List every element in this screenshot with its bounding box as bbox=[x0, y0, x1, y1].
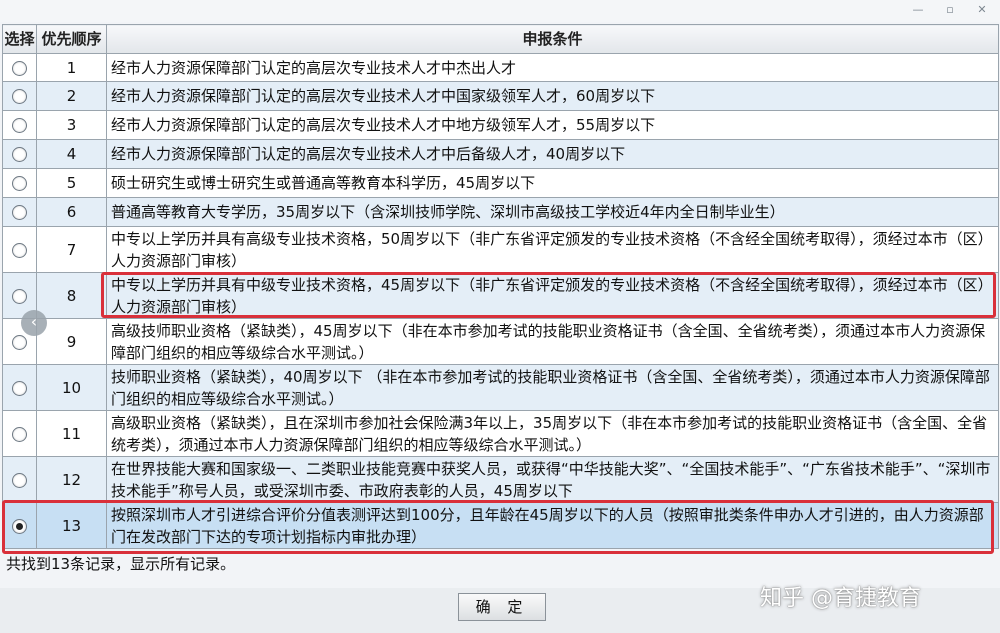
condition-text-cell: 按照深圳市人才引进综合评价分值表测评达到100分，且年龄在45周岁以下的人员（按… bbox=[106, 502, 999, 549]
priority-order: 12 bbox=[36, 456, 107, 503]
record-count-status: 共找到13条记录，显示所有记录。 bbox=[6, 555, 236, 573]
priority-order: 4 bbox=[36, 139, 107, 169]
close-icon[interactable]: ✕ bbox=[974, 3, 990, 16]
priority-order: 6 bbox=[36, 197, 107, 227]
minimize-icon[interactable]: — bbox=[910, 3, 926, 16]
condition-text-cell: 技师职业资格（紧缺类），40周岁以下 （非在本市参加考试的技能职业资格证书（含全… bbox=[106, 364, 999, 411]
chevron-left-icon[interactable]: ‹ bbox=[21, 310, 47, 336]
priority-order: 9 bbox=[36, 318, 107, 365]
table-row[interactable]: 7 中专以上学历并具有高级专业技术资格，50周岁以下（非广东省评定颁发的专业技术资… bbox=[2, 226, 999, 273]
table-row[interactable]: 4 经市人力资源保障部门认定的高层次专业技术人才中后备级人才，40周岁以下 bbox=[2, 139, 999, 169]
condition-text-cell: 经市人力资源保障部门认定的高层次专业技术人才中国家级领军人才，60周岁以下 bbox=[106, 81, 999, 111]
table-row[interactable]: 8 中专以上学历并具有中级专业技术资格，45周岁以下（非广东省评定颁发的专业技术资… bbox=[2, 272, 999, 319]
condition-text: 中专以上学历并具有高级专业技术资格，50周岁以下（非广东省评定颁发的专业技术资格… bbox=[111, 229, 993, 270]
condition-text: 中专以上学历并具有中级专业技术资格，45周岁以下（非广东省评定颁发的专业技术资格… bbox=[111, 275, 993, 316]
priority-order: 13 bbox=[36, 502, 107, 549]
condition-text: 高级职业资格（紧缺类），且在深圳市参加社会保险满3年以上，35周岁以下（非在本市… bbox=[111, 413, 988, 454]
row-select-cell[interactable] bbox=[2, 53, 37, 82]
table-row[interactable]: 6 普通高等教育大专学历，35周岁以下（含深圳技师学院、深圳市高级技工学校近4年内… bbox=[2, 197, 999, 227]
row-select-cell[interactable] bbox=[2, 110, 37, 140]
condition-text: 在世界技能大赛和国家级一、二类职业技能竞赛中获奖人员，或获得“中华技能大奖”、“… bbox=[111, 459, 991, 500]
table-header-row: 选择 优先顺序 申报条件 bbox=[2, 24, 999, 54]
condition-text: 硕士研究生或博士研究生或普通高等教育本科学历，45周岁以下 bbox=[111, 174, 536, 192]
priority-order: 7 bbox=[36, 226, 107, 273]
table-row[interactable]: 2 经市人力资源保障部门认定的高层次专业技术人才中国家级领军人才，60周岁以下 bbox=[2, 81, 999, 111]
condition-text-cell: 中专以上学历并具有高级专业技术资格，50周岁以下（非广东省评定颁发的专业技术资格… bbox=[106, 226, 999, 273]
priority-order: 2 bbox=[36, 81, 107, 111]
row-select-cell[interactable] bbox=[2, 456, 37, 503]
radio-button[interactable] bbox=[12, 334, 27, 350]
row-select-cell[interactable] bbox=[2, 197, 37, 227]
radio-button[interactable] bbox=[12, 242, 27, 258]
priority-order: 3 bbox=[36, 110, 107, 140]
condition-text: 按照深圳市人才引进综合评价分值表测评达到100分，且年龄在45周岁以下的人员（按… bbox=[111, 505, 984, 546]
condition-table: 选择 优先顺序 申报条件 1 经市人力资源保障部门认定的高层次专业技术人才中杰出人… bbox=[2, 24, 999, 549]
condition-text: 普通高等教育大专学历，35周岁以下（含深圳技师学院、深圳市高级技工学校近4年内全… bbox=[111, 203, 785, 221]
ok-button[interactable]: 确 定 bbox=[458, 593, 546, 621]
condition-text: 经市人力资源保障部门认定的高层次专业技术人才中地方级领军人才，55周岁以下 bbox=[111, 116, 656, 134]
condition-text-cell: 硕士研究生或博士研究生或普通高等教育本科学历，45周岁以下 bbox=[106, 168, 999, 198]
radio-button[interactable] bbox=[12, 205, 27, 220]
header-select[interactable]: 选择 bbox=[2, 24, 37, 54]
radio-button[interactable] bbox=[12, 118, 27, 133]
radio-button[interactable] bbox=[12, 518, 27, 534]
priority-order: 8 bbox=[36, 272, 107, 319]
maximize-icon[interactable]: ▫ bbox=[942, 3, 958, 16]
table-row[interactable]: 5 硕士研究生或博士研究生或普通高等教育本科学历，45周岁以下 bbox=[2, 168, 999, 198]
window-controls: — ▫ ✕ bbox=[910, 3, 990, 16]
condition-text: 技师职业资格（紧缺类），40周岁以下 （非在本市参加考试的技能职业资格证书（含全… bbox=[111, 367, 990, 408]
header-priority[interactable]: 优先顺序 bbox=[36, 24, 107, 54]
table-row[interactable]: 12 在世界技能大赛和国家级一、二类职业技能竞赛中获奖人员，或获得“中华技能大奖”… bbox=[2, 456, 999, 503]
table-row[interactable]: 13 按照深圳市人才引进综合评价分值表测评达到100分，且年龄在45周岁以下的人员… bbox=[2, 502, 999, 549]
row-select-cell[interactable] bbox=[2, 502, 37, 549]
priority-order: 10 bbox=[36, 364, 107, 411]
watermark: 知乎 @育捷教育 bbox=[760, 586, 921, 611]
table-row[interactable]: 10 技师职业资格（紧缺类），40周岁以下 （非在本市参加考试的技能职业资格证书（… bbox=[2, 364, 999, 411]
condition-text: 经市人力资源保障部门认定的高层次专业技术人才中国家级领军人才，60周岁以下 bbox=[111, 87, 656, 105]
radio-button[interactable] bbox=[12, 380, 27, 396]
header-condition[interactable]: 申报条件 bbox=[106, 24, 999, 54]
condition-text-cell: 经市人力资源保障部门认定的高层次专业技术人才中后备级人才，40周岁以下 bbox=[106, 139, 999, 169]
radio-button[interactable] bbox=[12, 288, 27, 304]
row-select-cell[interactable] bbox=[2, 168, 37, 198]
condition-text: 高级技师职业资格（紧缺类），45周岁以下（非在本市参加考试的技能职业资格证书（含… bbox=[111, 321, 986, 362]
condition-text: 经市人力资源保障部门认定的高层次专业技术人才中后备级人才，40周岁以下 bbox=[111, 145, 626, 163]
radio-button[interactable] bbox=[12, 147, 27, 162]
condition-text-cell: 普通高等教育大专学历，35周岁以下（含深圳技师学院、深圳市高级技工学校近4年内全… bbox=[106, 197, 999, 227]
table-row[interactable]: 3 经市人力资源保障部门认定的高层次专业技术人才中地方级领军人才，55周岁以下 bbox=[2, 110, 999, 140]
condition-text-cell: 高级职业资格（紧缺类），且在深圳市参加社会保险满3年以上，35周岁以下（非在本市… bbox=[106, 410, 999, 457]
condition-text: 经市人力资源保障部门认定的高层次专业技术人才中杰出人才 bbox=[111, 58, 517, 77]
radio-button[interactable] bbox=[12, 60, 27, 76]
row-select-cell[interactable] bbox=[2, 139, 37, 169]
table-row[interactable]: 9 高级技师职业资格（紧缺类），45周岁以下（非在本市参加考试的技能职业资格证书（… bbox=[2, 318, 999, 365]
row-select-cell[interactable] bbox=[2, 364, 37, 411]
row-select-cell[interactable] bbox=[2, 81, 37, 111]
window-titlebar: — ▫ ✕ bbox=[0, 0, 1000, 22]
radio-button[interactable] bbox=[12, 426, 27, 442]
condition-text-cell: 在世界技能大赛和国家级一、二类职业技能竞赛中获奖人员，或获得“中华技能大奖”、“… bbox=[106, 456, 999, 503]
condition-text-cell: 中专以上学历并具有中级专业技术资格，45周岁以下（非广东省评定颁发的专业技术资格… bbox=[106, 272, 999, 319]
condition-text-cell: 经市人力资源保障部门认定的高层次专业技术人才中杰出人才 bbox=[106, 53, 999, 82]
table-row[interactable]: 1 经市人力资源保障部门认定的高层次专业技术人才中杰出人才 bbox=[2, 53, 999, 82]
radio-button[interactable] bbox=[12, 89, 27, 104]
table-row[interactable]: 11 高级职业资格（紧缺类），且在深圳市参加社会保险满3年以上，35周岁以下（非在… bbox=[2, 410, 999, 457]
priority-order: 11 bbox=[36, 410, 107, 457]
row-select-cell[interactable] bbox=[2, 226, 37, 273]
radio-button[interactable] bbox=[12, 176, 27, 191]
condition-text-cell: 高级技师职业资格（紧缺类），45周岁以下（非在本市参加考试的技能职业资格证书（含… bbox=[106, 318, 999, 365]
row-select-cell[interactable] bbox=[2, 410, 37, 457]
radio-button[interactable] bbox=[12, 472, 27, 488]
priority-order: 5 bbox=[36, 168, 107, 198]
condition-text-cell: 经市人力资源保障部门认定的高层次专业技术人才中地方级领军人才，55周岁以下 bbox=[106, 110, 999, 140]
priority-order: 1 bbox=[36, 53, 107, 82]
